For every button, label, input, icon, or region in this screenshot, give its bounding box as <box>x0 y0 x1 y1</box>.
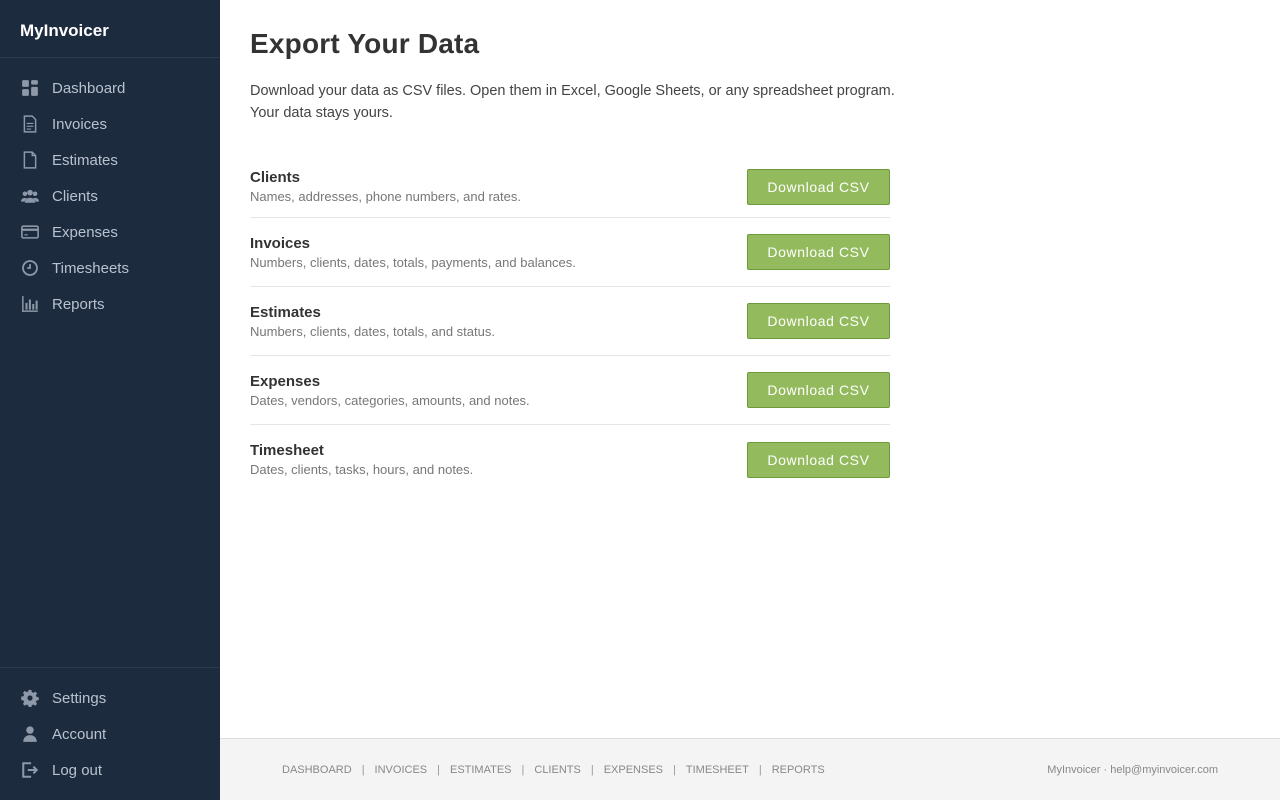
sidebar-item-label: Invoices <box>52 115 108 133</box>
page-title: Export Your Data <box>250 28 480 59</box>
footer-separator: | <box>758 763 762 776</box>
logout-icon <box>20 760 40 780</box>
export-info: Expenses Dates, vendors, categories, amo… <box>250 373 530 408</box>
footer-link-dashboard[interactable]: DASHBOARD <box>282 764 352 776</box>
export-info: Clients Names, addresses, phone numbers,… <box>250 169 521 204</box>
download-expenses-csv-button[interactable]: Download CSV <box>747 372 890 408</box>
export-description: Dates, clients, tasks, hours, and notes. <box>250 462 474 477</box>
sidebar-item-label: Dashboard <box>52 79 126 97</box>
sidebar-item-settings[interactable]: Settings <box>0 680 220 716</box>
export-info: Invoices Numbers, clients, dates, totals… <box>250 235 576 270</box>
export-description: Dates, vendors, categories, amounts, and… <box>250 392 530 408</box>
sidebar-item-logout[interactable]: Log out <box>0 752 220 788</box>
sidebar-item-label: Log out <box>52 761 103 779</box>
export-info: Timesheet Dates, clients, tasks, hours, … <box>250 442 473 477</box>
sidebar-item-timesheets[interactable]: Timesheets <box>0 250 220 286</box>
export-name: Clients <box>250 169 301 186</box>
sidebar-bottom-nav: Settings Account Log out <box>0 667 220 800</box>
sidebar-item-label: Account <box>52 725 107 743</box>
download-timesheet-csv-button[interactable]: Download CSV <box>747 441 890 478</box>
sidebar-item-clients[interactable]: Clients <box>0 178 220 214</box>
bar-chart-icon <box>20 294 40 314</box>
main-content: Export Your Data Download your data as C… <box>220 0 1280 738</box>
sidebar-item-dashboard[interactable]: Dashboard <box>0 70 220 106</box>
footer-link-timesheet[interactable]: TIMESHEET <box>686 764 749 776</box>
export-row-invoices: Invoices Numbers, clients, dates, totals… <box>250 218 890 287</box>
footer-link-expenses[interactable]: EXPENSES <box>604 764 663 776</box>
footer-links: DASHBOARD | INVOICES | ESTIMATES | CLIEN… <box>282 764 825 776</box>
download-estimates-csv-button[interactable]: Download CSV <box>747 303 890 339</box>
clients-icon <box>20 186 40 206</box>
export-name: Expenses <box>250 372 321 390</box>
export-name: Timesheet <box>250 442 324 459</box>
sidebar-item-label: Timesheets <box>52 259 129 277</box>
footer-separator: | <box>361 763 365 776</box>
brand-logo[interactable]: MyInvoicer <box>0 0 220 58</box>
footer-separator: | <box>521 763 525 776</box>
export-name: Estimates <box>250 303 321 321</box>
dashboard-icon <box>20 78 40 98</box>
footer: DASHBOARD | INVOICES | ESTIMATES | CLIEN… <box>220 738 1280 800</box>
sidebar-item-account[interactable]: Account <box>0 716 220 752</box>
sidebar-item-reports[interactable]: Reports <box>0 286 220 322</box>
intro-text: Download your data as CSV files. Open th… <box>250 80 910 124</box>
footer-contact: MyInvoicer · help@myinvoicer.com <box>1047 763 1218 776</box>
sidebar-item-invoices[interactable]: Invoices <box>0 106 220 142</box>
footer-separator: | <box>437 763 440 776</box>
intro-line-1: Download your data as CSV files. Open th… <box>250 83 895 99</box>
gear-icon <box>20 688 40 708</box>
export-row-timesheet: Timesheet Dates, clients, tasks, hours, … <box>250 425 890 494</box>
footer-link-clients[interactable]: CLIENTS <box>534 764 580 776</box>
download-clients-csv-button[interactable]: Download CSV <box>747 168 890 205</box>
intro-line-2: Your data stays yours. <box>250 105 393 121</box>
estimate-icon <box>20 150 40 170</box>
user-icon <box>20 724 40 744</box>
footer-link-invoices[interactable]: INVOICES <box>375 764 428 776</box>
footer-link-reports[interactable]: REPORTS <box>772 764 825 776</box>
export-row-expenses: Expenses Dates, vendors, categories, amo… <box>250 356 890 425</box>
export-list: Clients Names, addresses, phone numbers,… <box>250 156 890 494</box>
sidebar-item-expenses[interactable]: Expenses <box>0 214 220 250</box>
footer-separator: | <box>673 763 676 776</box>
export-name: Invoices <box>250 234 311 252</box>
download-invoices-csv-button[interactable]: Download CSV <box>747 234 890 270</box>
export-description: Numbers, clients, dates, totals, payment… <box>250 254 576 270</box>
sidebar-item-label: Clients <box>52 187 98 205</box>
export-description: Names, addresses, phone numbers, and rat… <box>250 189 521 204</box>
export-row-estimates: Estimates Numbers, clients, dates, total… <box>250 287 890 356</box>
sidebar-item-label: Expenses <box>52 223 118 241</box>
export-info: Estimates Numbers, clients, dates, total… <box>250 304 495 339</box>
sidebar-item-label: Estimates <box>52 151 118 169</box>
invoice-icon <box>20 114 40 134</box>
clock-icon <box>20 258 40 278</box>
export-description: Numbers, clients, dates, totals, and sta… <box>250 323 495 339</box>
sidebar-nav: Dashboard Invoices Estimates Clients Exp… <box>0 58 220 322</box>
footer-link-estimates[interactable]: ESTIMATES <box>450 764 512 776</box>
footer-separator: | <box>590 763 594 776</box>
sidebar-item-label: Reports <box>52 295 105 313</box>
credit-card-icon <box>20 222 40 242</box>
export-row-clients: Clients Names, addresses, phone numbers,… <box>250 156 890 218</box>
sidebar-item-label: Settings <box>52 689 107 707</box>
sidebar: MyInvoicer Dashboard Invoices Estimates … <box>0 0 220 800</box>
sidebar-item-estimates[interactable]: Estimates <box>0 142 220 178</box>
